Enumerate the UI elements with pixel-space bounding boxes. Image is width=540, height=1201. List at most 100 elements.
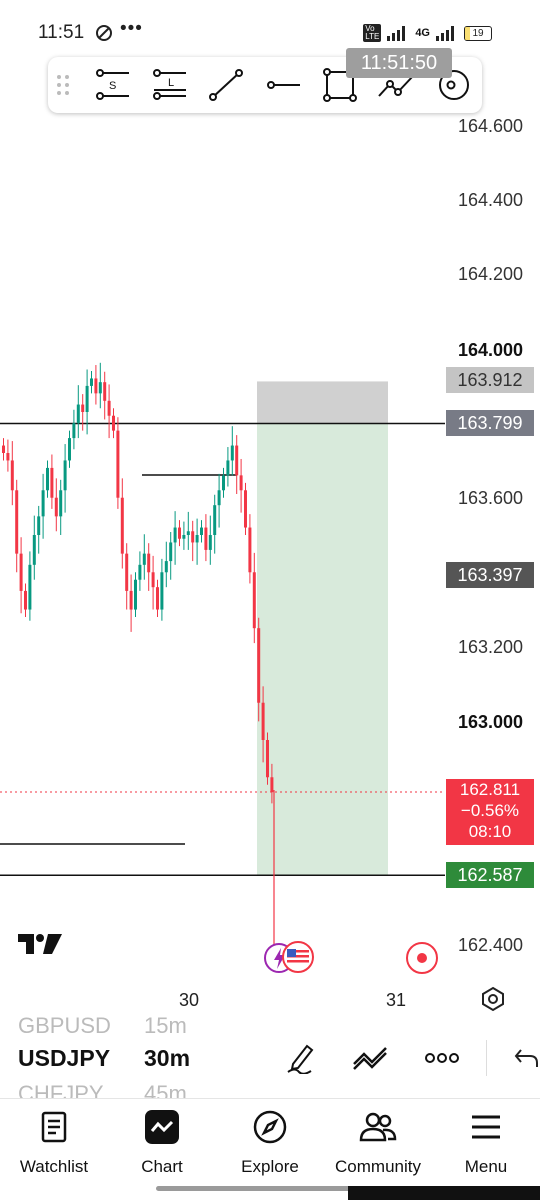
candle-body bbox=[151, 572, 155, 588]
candle-body bbox=[72, 423, 76, 439]
last-price: 162.811 bbox=[459, 780, 521, 799]
status-time: 11:51 bbox=[38, 22, 85, 43]
candle-body bbox=[257, 628, 261, 703]
indicators-icon[interactable] bbox=[352, 1040, 388, 1076]
candle-body bbox=[235, 445, 239, 476]
candle-body bbox=[50, 467, 54, 498]
candle-body bbox=[204, 527, 208, 550]
status-bar: 11:51 ••• Vo LTE 4G 19 bbox=[0, 0, 540, 60]
more-options-icon[interactable] bbox=[424, 1040, 460, 1076]
nav-community[interactable]: Community bbox=[324, 1109, 432, 1177]
candle-body bbox=[112, 415, 115, 431]
candle-body bbox=[138, 564, 142, 580]
candle-body bbox=[195, 535, 199, 543]
price-axis-label: 163.000 bbox=[458, 712, 524, 732]
nav-label: Watchlist bbox=[19, 1157, 89, 1176]
price-axis-label: 164.000 bbox=[458, 340, 524, 360]
crosshair-time-badge: 11:51:50 bbox=[346, 48, 452, 78]
candle-body bbox=[248, 527, 252, 573]
svg-text:S: S bbox=[109, 80, 116, 92]
horizontal-line-s-icon[interactable]: S bbox=[93, 65, 133, 105]
undo-icon[interactable] bbox=[508, 1040, 540, 1076]
candle-body bbox=[239, 475, 243, 491]
candle-body bbox=[120, 497, 124, 554]
candle-body bbox=[6, 453, 10, 461]
nav-explore[interactable]: Explore bbox=[216, 1109, 324, 1177]
time-axis-label: 31 bbox=[386, 990, 407, 1010]
divider bbox=[486, 1040, 487, 1076]
candle-body bbox=[37, 516, 41, 535]
interval-option[interactable]: 15m bbox=[144, 1013, 187, 1039]
symbol-option[interactable]: GBPUSD bbox=[18, 1013, 111, 1039]
signal-icon bbox=[387, 26, 406, 41]
stop-zone bbox=[257, 381, 388, 424]
candle-body bbox=[208, 535, 212, 550]
status-more-dots: ••• bbox=[120, 18, 143, 39]
time-axis-label: 30 bbox=[179, 990, 200, 1010]
candle-body bbox=[63, 460, 67, 491]
events-icon[interactable] bbox=[263, 940, 317, 981]
candle-body bbox=[226, 460, 230, 476]
candle-body bbox=[230, 445, 234, 461]
candle-body bbox=[164, 561, 168, 573]
signal-icon-2 bbox=[436, 26, 454, 41]
svg-text:L: L bbox=[168, 77, 174, 89]
candle-body bbox=[270, 777, 274, 793]
candle-body bbox=[213, 505, 217, 535]
drag-handle-icon[interactable] bbox=[46, 65, 80, 105]
candle-body bbox=[173, 527, 177, 543]
candle-body bbox=[261, 702, 265, 740]
record-icon[interactable] bbox=[404, 940, 440, 981]
network-type: 4G bbox=[415, 27, 430, 39]
price-chart[interactable] bbox=[0, 115, 445, 985]
candle-body bbox=[28, 564, 32, 610]
nav-chart[interactable]: Chart bbox=[108, 1109, 216, 1177]
candle-body bbox=[103, 382, 107, 401]
candle-body bbox=[217, 490, 221, 506]
price-change: −0.56% bbox=[460, 801, 520, 820]
active-symbol[interactable]: USDJPY bbox=[18, 1045, 110, 1072]
candle-body bbox=[85, 385, 89, 412]
trend-line-icon[interactable] bbox=[206, 65, 246, 105]
volte-icon: Vo LTE bbox=[363, 24, 382, 42]
candle-body bbox=[244, 490, 247, 528]
watchlist-icon bbox=[0, 1109, 108, 1145]
draw-pen-icon[interactable] bbox=[282, 1040, 318, 1076]
entry-price-tag: 163.799 bbox=[446, 410, 534, 436]
candle-body bbox=[129, 590, 133, 610]
candle-body bbox=[125, 553, 129, 591]
active-interval[interactable]: 30m bbox=[144, 1045, 190, 1072]
candle-body bbox=[15, 490, 19, 554]
candle-body bbox=[160, 572, 164, 610]
candle-body bbox=[10, 460, 14, 491]
candle-body bbox=[147, 553, 151, 573]
price-axis-label: 164.400 bbox=[458, 190, 524, 210]
candle-body bbox=[2, 445, 5, 453]
nav-label: Menu bbox=[464, 1157, 508, 1176]
nav-watchlist[interactable]: Watchlist bbox=[0, 1109, 108, 1177]
crosshair-price-tag: 163.397 bbox=[446, 562, 534, 588]
candle-body bbox=[41, 490, 45, 517]
tradingview-logo[interactable] bbox=[18, 932, 64, 961]
candle-body bbox=[81, 404, 85, 412]
candle-body bbox=[54, 497, 58, 517]
candle-body bbox=[19, 553, 23, 591]
nav-menu[interactable]: Menu bbox=[432, 1109, 540, 1177]
candle-body bbox=[94, 378, 98, 394]
compass-icon bbox=[216, 1109, 324, 1145]
horizontal-ray-icon[interactable] bbox=[264, 65, 304, 105]
hamburger-menu-icon bbox=[432, 1109, 540, 1145]
candle-body bbox=[24, 590, 27, 610]
candle-body bbox=[116, 430, 120, 498]
horizontal-line-l-icon[interactable]: L bbox=[150, 65, 190, 105]
bar-countdown: 08:10 bbox=[468, 822, 512, 841]
price-axis-label: 163.200 bbox=[458, 637, 524, 657]
price-axis-label: 164.600 bbox=[458, 116, 524, 136]
candle-body bbox=[222, 475, 225, 491]
candle-body bbox=[59, 490, 63, 517]
candle-body bbox=[32, 535, 36, 565]
candle-body bbox=[46, 467, 49, 491]
community-icon bbox=[324, 1109, 432, 1145]
chart-settings-icon[interactable] bbox=[480, 986, 506, 1017]
target-price-tag: 162.587 bbox=[446, 862, 534, 888]
